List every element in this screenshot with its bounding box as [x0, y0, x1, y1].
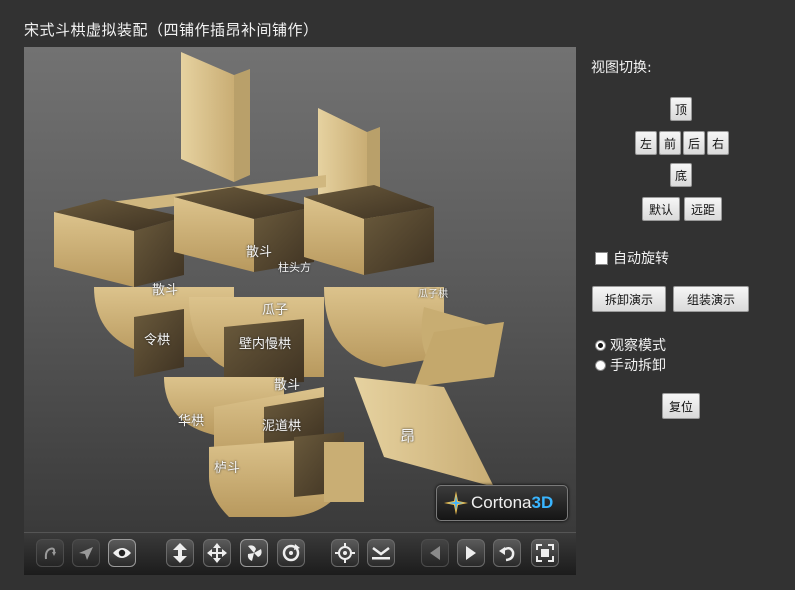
model-label: 柱头方: [278, 261, 311, 274]
goto-icon[interactable]: [331, 539, 359, 567]
view-bottom-button[interactable]: 底: [670, 163, 692, 187]
model-label: 瓜子: [262, 303, 289, 318]
plane-icon[interactable]: [203, 539, 231, 567]
navigation-toolbar: [24, 532, 576, 575]
model-label: 散斗: [152, 283, 179, 298]
view-default-button[interactable]: 默认: [642, 197, 680, 221]
view-left-button[interactable]: 左: [635, 131, 657, 155]
align-icon[interactable]: [367, 539, 395, 567]
fit-icon[interactable]: [531, 539, 559, 567]
model-label: 昂: [400, 427, 416, 445]
view-front-button[interactable]: 前: [659, 131, 681, 155]
view-right-button[interactable]: 右: [707, 131, 729, 155]
view-back-button[interactable]: 后: [683, 131, 705, 155]
prev-view-icon[interactable]: [421, 539, 449, 567]
3d-viewport[interactable]: 散斗 令栱 华栱 栌斗 散斗 壁内慢栱 泥道栱 散斗 瓜子 瓜子栱 柱头方 昂 …: [24, 47, 576, 532]
auto-rotate-option[interactable]: 自动旋转: [595, 248, 669, 268]
disassemble-demo-button[interactable]: 拆卸演示: [592, 286, 666, 312]
view-switch-title: 视图切换:: [591, 60, 652, 76]
auto-rotate-checkbox[interactable]: [595, 251, 608, 265]
model-label: 瓜子栱: [418, 289, 448, 300]
cortona-brand: Cortona: [471, 493, 532, 512]
auto-rotate-label: 自动旋转: [613, 251, 669, 267]
model-label: 栌斗: [214, 461, 241, 476]
manual-disassemble-radio[interactable]: [595, 359, 606, 371]
model-label: 散斗: [246, 245, 273, 260]
model-label: 散斗: [274, 378, 301, 393]
assemble-demo-button[interactable]: 组装演示: [673, 286, 749, 312]
manual-disassemble-option[interactable]: 手动拆卸: [595, 355, 666, 375]
observe-mode-label: 观察模式: [610, 338, 666, 354]
restore-icon[interactable]: [493, 539, 521, 567]
fly-icon[interactable]: [72, 539, 100, 567]
dougong-model[interactable]: [24, 47, 576, 532]
cortona-star-icon: [444, 491, 468, 515]
model-label: 华栱: [178, 414, 205, 429]
study-icon[interactable]: [108, 539, 136, 567]
rotate-icon[interactable]: [277, 539, 305, 567]
model-label: 壁内慢栱: [239, 337, 292, 352]
cortona-suffix: 3D: [531, 493, 554, 512]
model-label: 泥道栱: [262, 419, 302, 434]
turn-icon[interactable]: [240, 539, 268, 567]
manual-disassemble-label: 手动拆卸: [610, 358, 666, 374]
walk-icon[interactable]: [36, 539, 64, 567]
observe-mode-option[interactable]: 观察模式: [595, 335, 666, 355]
page-title: 宋式斗栱虚拟装配（四铺作插昂补间铺作）: [24, 21, 319, 39]
reset-button[interactable]: 复位: [662, 393, 700, 419]
pan-vertical-icon[interactable]: [166, 539, 194, 567]
view-top-button[interactable]: 顶: [670, 97, 692, 121]
next-view-icon[interactable]: [457, 539, 485, 567]
cortona-logo-text: Cortona3D: [471, 493, 553, 513]
observe-mode-radio[interactable]: [595, 339, 606, 351]
model-label: 令栱: [144, 333, 171, 348]
cortona3d-logo: Cortona3D: [436, 485, 568, 521]
view-far-button[interactable]: 远距: [684, 197, 722, 221]
